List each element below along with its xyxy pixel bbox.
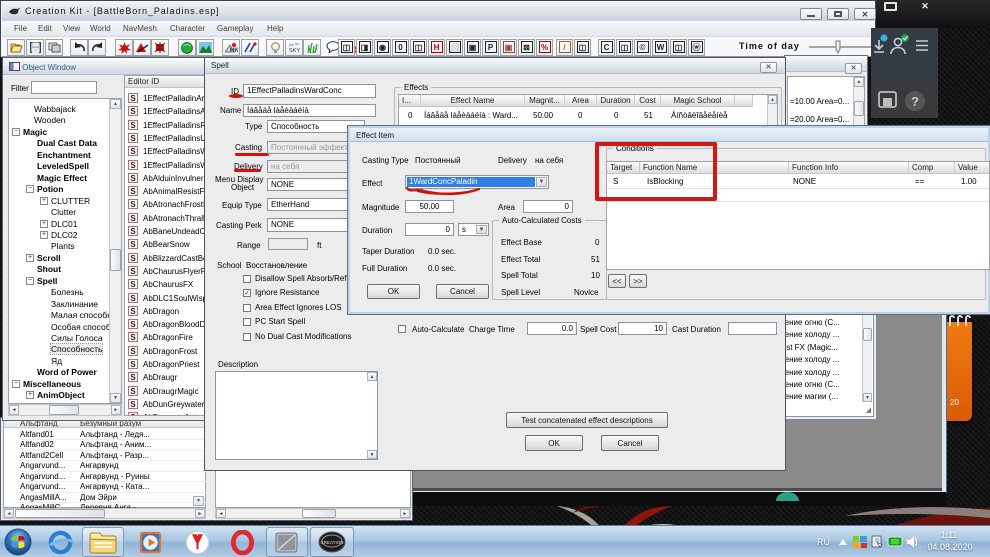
svg-text:SKY: SKY — [289, 48, 300, 53]
svg-text:?: ? — [911, 94, 919, 109]
svg-text:CREATION: CREATION — [321, 540, 344, 545]
svg-text:HK: HK — [230, 48, 238, 53]
